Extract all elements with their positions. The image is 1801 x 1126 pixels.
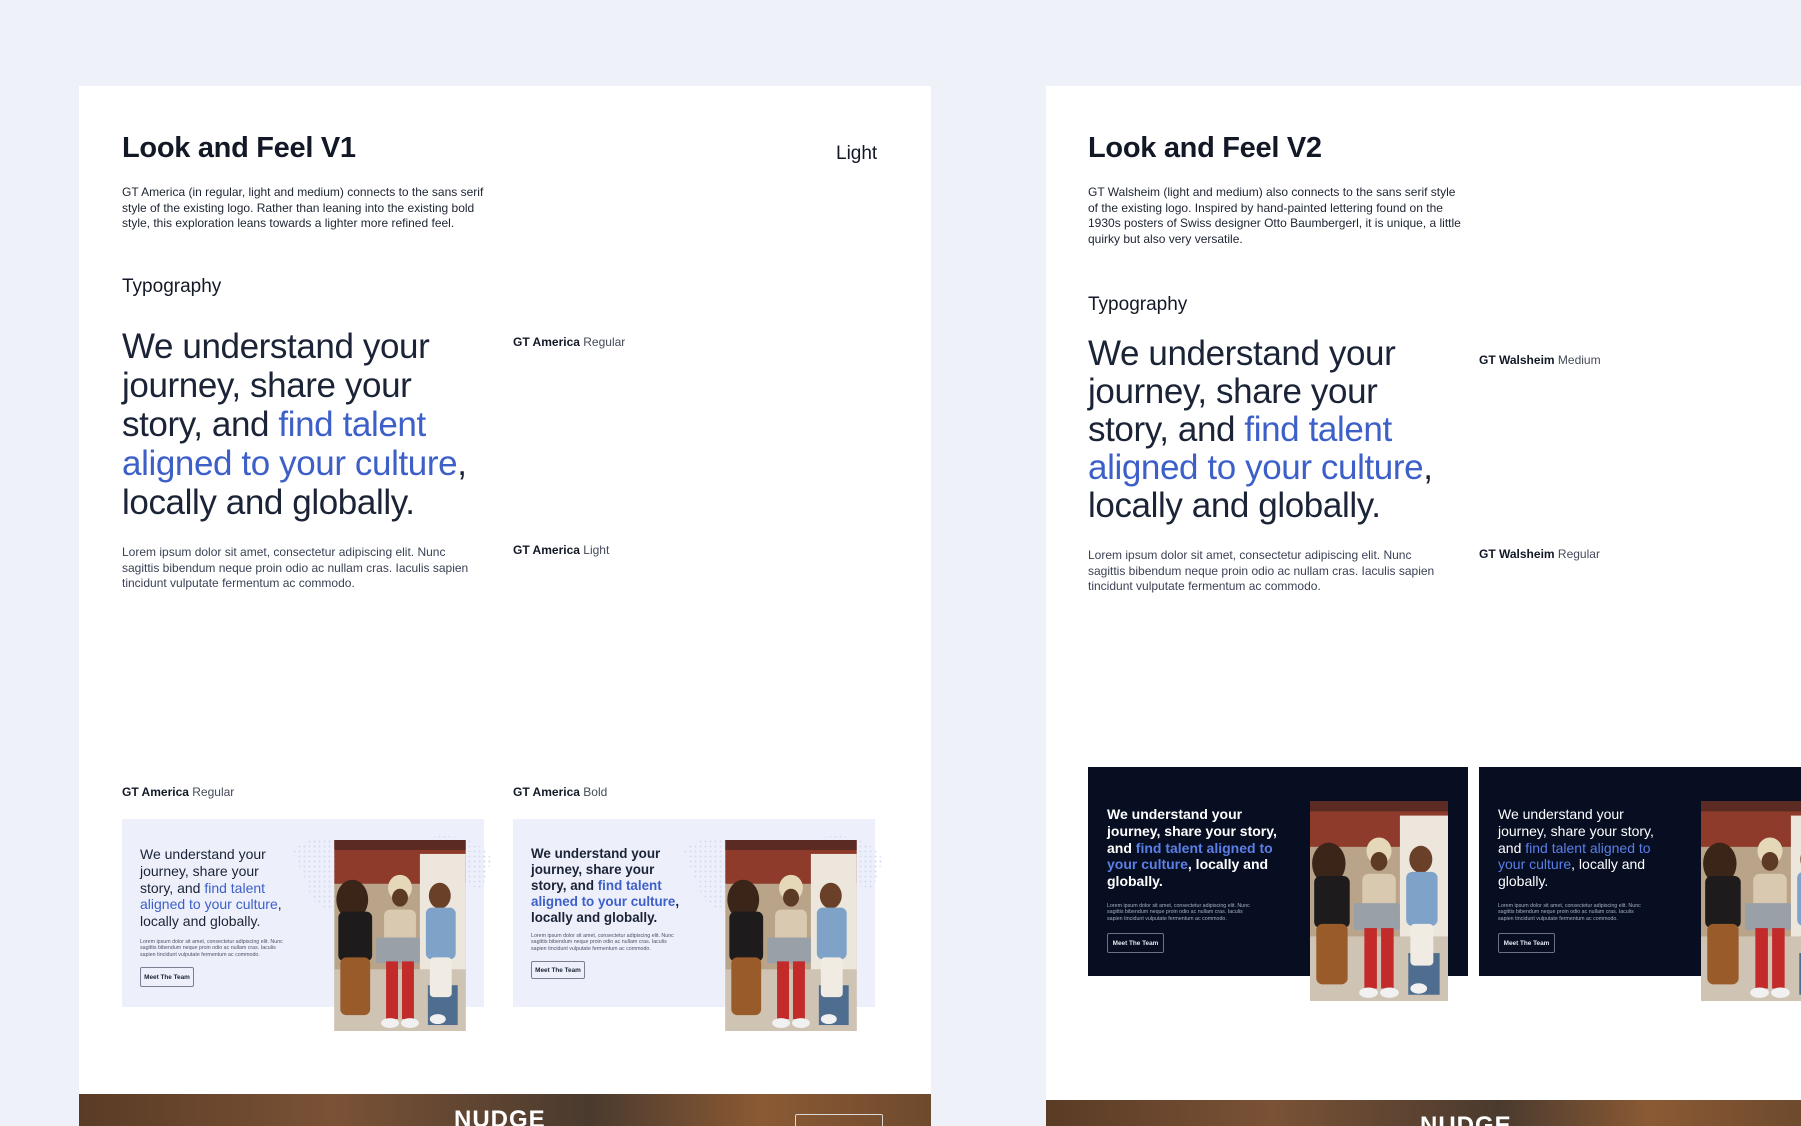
card-body: Lorem ipsum dolor sit amet, consectetur … [531, 933, 674, 952]
card-body: Lorem ipsum dolor sit amet, consectetur … [1107, 903, 1250, 922]
meet-the-team-button[interactable]: Meet The Team [531, 961, 585, 979]
preview-card-dark-medium: We understand your journey, share your s… [1088, 767, 1468, 1001]
preview-card-bold: We understand your journey, share your s… [513, 819, 889, 1031]
preview-card-dark-regular: We understand your journey, share your s… [1479, 767, 1801, 1001]
logo-text: NUDGE [454, 1106, 546, 1126]
card-headline: We understand your journey, share your s… [531, 846, 681, 926]
card-headline: We understand your journey, share your s… [1498, 806, 1668, 890]
board-title: Look and Feel V2 [1088, 132, 1322, 164]
font-tag: GT America Regular [513, 335, 625, 349]
photo-image [1310, 801, 1448, 1001]
board-title: Look and Feel V1 [122, 132, 356, 164]
nav-button[interactable] [795, 1114, 883, 1126]
sample-body: Lorem ipsum dolor sit amet, consectetur … [122, 545, 469, 590]
meet-the-team-button[interactable]: Meet The Team [140, 967, 194, 987]
card-headline: We understand your journey, share your s… [140, 846, 290, 930]
font-weight: Bold [583, 785, 608, 799]
team-photo [334, 840, 466, 1031]
font-tag: GT America Bold [513, 785, 607, 799]
font-weight: Light [583, 543, 610, 557]
board-v1: Look and Feel V1 Light GT America (in re… [79, 86, 931, 1126]
photo-image [334, 840, 466, 1031]
team-photo [725, 840, 857, 1031]
sample-headline: We understand your journey, share your s… [122, 327, 482, 522]
meet-the-team-button[interactable]: Meet The Team [1498, 933, 1555, 953]
logo-text: NUDGE [1420, 1112, 1512, 1126]
font-family: GT America [122, 785, 189, 799]
meet-the-team-button[interactable]: Meet The Team [1107, 933, 1164, 953]
font-tag: GT America Regular [122, 785, 234, 799]
font-family: GT Walsheim [1479, 547, 1555, 561]
font-tag: GT Walsheim Regular [1479, 547, 1600, 561]
footer-preview: NUDGE [1046, 1100, 1801, 1126]
intro-text: GT Walsheim (light and medium) also conn… [1088, 185, 1461, 246]
font-family: GT America [513, 785, 580, 799]
card-body: Lorem ipsum dolor sit amet, consectetur … [140, 939, 283, 958]
photo-image [1701, 801, 1801, 1001]
font-tag: GT America Light [513, 543, 609, 557]
photo-image [725, 840, 857, 1031]
board-v2: Look and Feel V2 GT Walsheim (light and … [1046, 86, 1801, 1126]
team-photo [1701, 801, 1801, 1001]
font-family: GT Walsheim [1479, 353, 1555, 367]
mode-label: Light [836, 143, 878, 164]
section-label: Typography [122, 276, 222, 297]
card-headline: We understand your journey, share your s… [1107, 806, 1277, 890]
font-family: GT America [513, 335, 580, 349]
intro-text: GT America (in regular, light and medium… [122, 185, 484, 230]
sample-body: Lorem ipsum dolor sit amet, consectetur … [1088, 548, 1435, 593]
card-body: Lorem ipsum dolor sit amet, consectetur … [1498, 903, 1641, 922]
font-tag: GT Walsheim Medium [1479, 353, 1601, 367]
footer-preview: NUDGE [79, 1094, 931, 1126]
section-label: Typography [1088, 294, 1188, 315]
canvas: { "colors": { "canvas": "#eef2f8", "boar… [0, 0, 1801, 1126]
font-weight: Medium [1557, 353, 1601, 367]
preview-card-regular: We understand your journey, share your s… [122, 819, 498, 1031]
sample-headline: We understand your journey, share your s… [1088, 335, 1438, 525]
font-weight: Regular [583, 335, 626, 349]
font-weight: Regular [192, 785, 235, 799]
font-family: GT America [513, 543, 580, 557]
team-photo [1310, 801, 1448, 1001]
font-weight: Regular [1557, 547, 1600, 561]
